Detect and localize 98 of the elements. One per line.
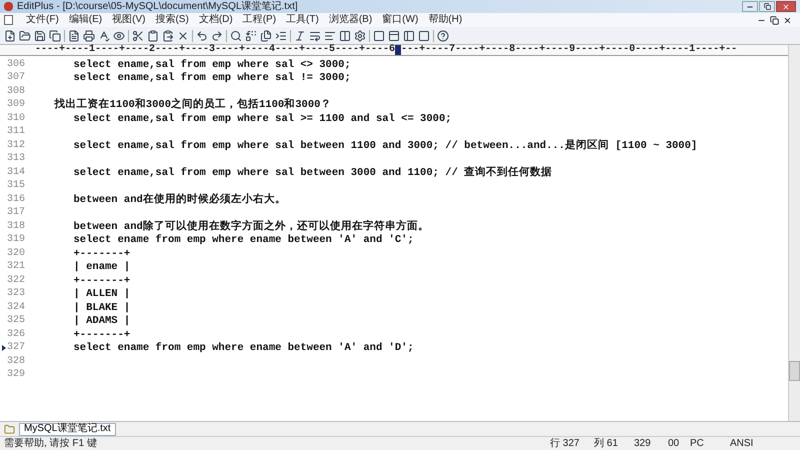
panel-left-icon[interactable] — [403, 30, 415, 42]
menu-item[interactable]: 工具(T) — [281, 15, 324, 25]
save-icon[interactable] — [34, 30, 46, 42]
line-number: 307 — [7, 73, 26, 84]
line-number: 328 — [7, 356, 26, 367]
line-number: 323 — [7, 289, 26, 300]
line-number: 314 — [7, 168, 26, 178]
paste-icon[interactable] — [162, 30, 174, 42]
file-tab[interactable]: MySQL课堂笔记.txt — [19, 422, 116, 436]
line-number: 327 — [7, 343, 26, 354]
window-icon[interactable] — [418, 30, 430, 42]
word-wrap-icon[interactable] — [309, 30, 321, 42]
page-icon[interactable] — [68, 30, 80, 42]
settings-icon[interactable] — [354, 30, 366, 42]
code-line: | ALLEN | — [72, 289, 130, 300]
ruler-scale: ----+----1----+----2----+----3----+----4----+----5----+----6 — [35, 45, 396, 55]
code-line: select ename,sal from emp where sal between 3000 and 1100; // 查询不到任何数据 — [72, 168, 552, 178]
status-help: 需要帮助, 请按 F1 键 — [3, 438, 98, 448]
menu-item[interactable]: 搜索(S) — [150, 15, 194, 25]
line-number: 317 — [7, 208, 26, 218]
menu-item[interactable]: 窗口(W) — [377, 15, 424, 25]
line-number: 324 — [7, 302, 26, 313]
status-code: 00 — [668, 438, 680, 448]
ruler-scale: ---+----7----+----8----+----9----+----0----+----1----+-- — [401, 45, 738, 55]
code-line: | ADAMS | — [72, 316, 130, 326]
line-number: 319 — [7, 235, 26, 246]
line-number: 325 — [7, 316, 26, 326]
code-line: select ename from emp where ename between 'A' and 'C'; — [72, 235, 414, 246]
window-title: EditPlus - [D:\course\05-MySQL\document\MySQL课堂笔记.txt] — [17, 2, 298, 12]
line-number: 316 — [7, 194, 26, 205]
code-line: +-------+ — [72, 248, 130, 259]
line-number: 308 — [7, 86, 26, 97]
columns-icon[interactable] — [339, 30, 351, 42]
menu-item[interactable]: 编辑(E) — [64, 15, 108, 25]
scroll-thumb[interactable] — [789, 361, 800, 381]
panel-top-icon[interactable] — [388, 30, 400, 42]
code-line: +-------+ — [72, 276, 130, 286]
status-row-text: 行 327 — [550, 438, 580, 448]
menu-item[interactable]: 浏览器(B) — [324, 15, 378, 25]
line-number: 315 — [7, 181, 26, 192]
code-line: | ename | — [72, 262, 130, 272]
spell-check-icon[interactable] — [98, 30, 110, 42]
menu-item[interactable]: 文档(D) — [194, 15, 238, 25]
new-file-icon[interactable] — [4, 30, 16, 42]
redo-icon[interactable] — [211, 30, 223, 42]
app-icon — [4, 2, 13, 11]
delete-icon[interactable] — [177, 30, 189, 42]
line-number: 311 — [7, 127, 26, 138]
status-encoding: ANSI — [730, 438, 754, 448]
status-mode: PC — [690, 438, 705, 448]
italic-icon[interactable] — [294, 30, 306, 42]
line-number: 329 — [7, 370, 26, 380]
files-icon[interactable] — [260, 30, 272, 42]
code-line: select ename,sal from emp where sal <> 3000; — [72, 60, 351, 70]
restore-icon[interactable] — [770, 16, 779, 24]
undo-icon[interactable] — [196, 30, 208, 42]
indent-icon[interactable] — [275, 30, 287, 42]
code-line: between and除了可以使用在数字方面之外，还可以使用在字符串方面。 — [72, 222, 429, 232]
eye-icon[interactable] — [113, 30, 125, 42]
code-line: select ename,sal from emp where sal between 1100 and 3000; // between...and...是闭区间 [1100 ~ 3000] — [72, 140, 698, 151]
line-number: 306 — [7, 60, 26, 70]
line-number: 320 — [7, 248, 26, 259]
code-line: select ename,sal from emp where sal != 3000; — [72, 73, 351, 84]
status-line-count: 329 — [634, 438, 652, 448]
line-number: 312 — [7, 140, 26, 151]
line-number: 313 — [7, 154, 26, 164]
code-line: +-------+ — [72, 330, 130, 340]
print-icon[interactable] — [83, 30, 95, 42]
code-line: | BLAKE | — [72, 302, 130, 313]
code-line: 找出工资在1100和3000之间的员工，包括1100和3000？ — [53, 100, 332, 110]
line-number: 321 — [7, 262, 26, 272]
line-number: 309 — [7, 100, 26, 110]
restore-icon — [764, 3, 770, 10]
close-icon[interactable] — [783, 16, 792, 24]
status-column: 列 61 — [594, 438, 634, 448]
menu-item[interactable]: 文件(F) — [21, 15, 64, 25]
code-line: select ename,sal from emp where sal >= 1100 and sal <= 3000; — [72, 114, 452, 124]
menu-item[interactable]: 帮助(H) — [423, 15, 468, 25]
line-number: 318 — [7, 222, 26, 232]
minimize-button[interactable] — [742, 1, 758, 12]
line-number: 322 — [7, 276, 26, 286]
copy-icon[interactable] — [147, 30, 159, 42]
align-icon[interactable] — [324, 30, 336, 42]
close-icon — [782, 2, 790, 10]
code-line: between and在使用的时候必须左小右大。 — [72, 194, 286, 205]
ruler-cursor — [395, 45, 402, 55]
folder-icon[interactable] — [4, 424, 15, 434]
menu-item[interactable]: 工程(P) — [238, 15, 282, 25]
menu-item[interactable]: 视图(V) — [107, 15, 150, 25]
cut-icon[interactable] — [132, 30, 144, 42]
line-number: 310 — [7, 114, 26, 124]
search-icon[interactable] — [230, 30, 242, 42]
code-line: select ename from emp where ename between 'A' and 'D'; — [72, 343, 414, 354]
help-icon[interactable] — [437, 30, 449, 42]
window-icon[interactable] — [373, 30, 385, 42]
line-number: 326 — [7, 330, 26, 340]
open-folder-icon[interactable] — [19, 30, 31, 42]
restore-button[interactable] — [759, 1, 775, 12]
